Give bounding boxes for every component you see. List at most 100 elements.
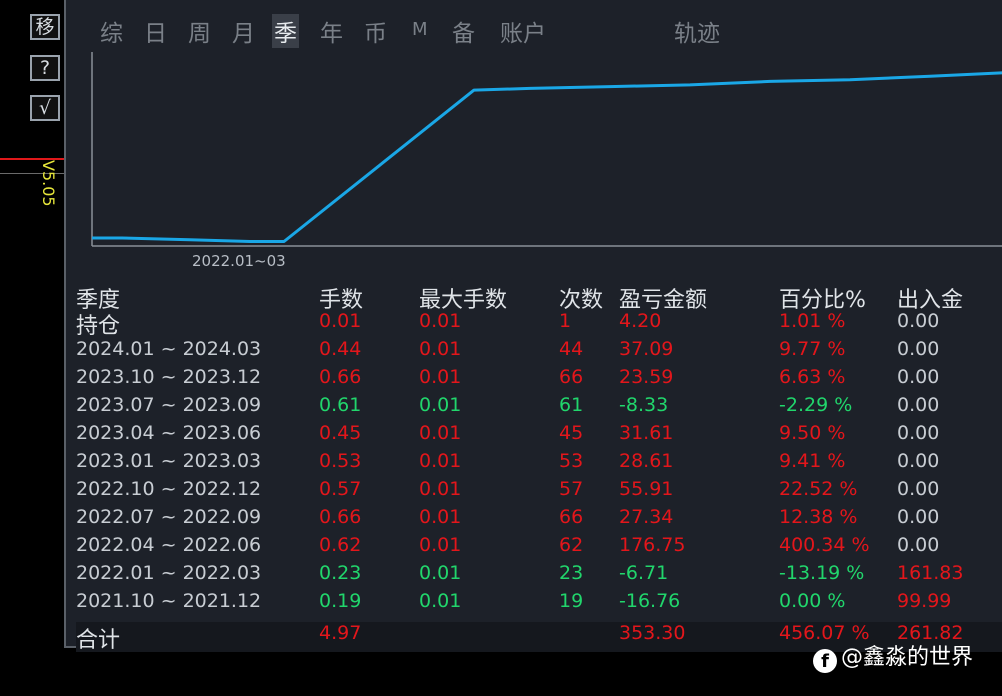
cell-lots: 0.57 (319, 478, 362, 500)
cell-lots: 0.66 (319, 506, 362, 528)
cell-flow: 0.00 (897, 366, 940, 388)
tab-5[interactable]: 年 (318, 14, 345, 48)
cell-count: 57 (559, 478, 584, 500)
cell-pct: 0.00 % (779, 590, 846, 612)
help-button[interactable]: ? (30, 55, 60, 81)
cell-pnl: 55.91 (619, 478, 674, 500)
table-row: 2022.01 ~ 2022.03 0.23 0.01 23 -6.71 -13.19 %… (76, 562, 1002, 590)
cell-period: 2024.01 ~ 2024.03 (76, 338, 262, 360)
cell-pct: 400.34 % (779, 534, 870, 556)
cell-flow: 0.00 (897, 534, 940, 556)
total-lots: 4.97 (319, 622, 362, 644)
cell-period: 2022.04 ~ 2022.06 (76, 534, 262, 556)
tab-8[interactable]: 备 (450, 14, 477, 48)
facebook-icon: f (813, 649, 837, 673)
cell-max_lots: 0.01 (419, 422, 462, 444)
cell-flow: 0.00 (897, 478, 940, 500)
watermark-text: @鑫淼的世界 (841, 645, 974, 670)
cell-flow: 0.00 (897, 422, 940, 444)
cell-pct: 6.63 % (779, 366, 846, 388)
cell-period: 2023.04 ~ 2023.06 (76, 422, 262, 444)
cell-max_lots: 0.01 (419, 310, 462, 332)
cell-flow: 161.83 (897, 562, 964, 584)
cell-pnl: 176.75 (619, 534, 686, 556)
cell-count: 66 (559, 366, 584, 388)
cell-period: 持仓 (76, 314, 121, 339)
tab-0[interactable]: 综 (98, 14, 125, 48)
tab-bar: 综日周月季年币 M 备账户 轨迹 (66, 10, 1002, 48)
cell-period: 2021.10 ~ 2021.12 (76, 590, 262, 612)
cell-max_lots: 0.01 (419, 394, 462, 416)
cell-pnl: 31.61 (619, 422, 674, 444)
cell-pct: -13.19 % (779, 562, 865, 584)
table-row: 持仓 0.01 0.01 1 4.20 1.01 % 0.00 (76, 310, 1002, 339)
table-row: 2023.01 ~ 2023.03 0.53 0.01 53 28.61 9.41 % 0.… (76, 450, 1002, 478)
cell-pnl: 23.59 (619, 366, 674, 388)
cell-period: 2022.01 ~ 2022.03 (76, 562, 262, 584)
cell-period: 2022.07 ~ 2022.09 (76, 506, 262, 528)
table-row: 2023.04 ~ 2023.06 0.45 0.01 45 31.61 9.50 % 0.… (76, 422, 1002, 450)
tab-9[interactable]: 账户 (498, 14, 548, 48)
table-header: 季度 手数 最大手数 次数 盈亏金额 百分比% 出入金 (76, 282, 1002, 313)
cell-pnl: 28.61 (619, 450, 674, 472)
cell-period: 2023.07 ~ 2023.09 (76, 394, 262, 416)
confirm-button[interactable]: √ (30, 95, 60, 121)
cell-count: 44 (559, 338, 584, 360)
tab-3[interactable]: 月 (230, 14, 257, 48)
cell-count: 45 (559, 422, 584, 444)
tab-2[interactable]: 周 (186, 14, 213, 48)
cell-flow: 99.99 (897, 590, 952, 612)
cell-pnl: -8.33 (619, 394, 669, 416)
cell-count: 23 (559, 562, 584, 584)
equity-line (92, 71, 1002, 243)
equity-chart-svg (91, 52, 1002, 247)
cell-lots: 0.45 (319, 422, 362, 444)
cell-max_lots: 0.01 (419, 450, 462, 472)
table-row: 2023.10 ~ 2023.12 0.66 0.01 66 23.59 6.63 % 0.… (76, 366, 1002, 394)
tab-1[interactable]: 日 (142, 14, 169, 48)
cell-period: 2022.10 ~ 2022.12 (76, 478, 262, 500)
cell-pnl: 27.34 (619, 506, 674, 528)
cell-lots: 0.66 (319, 366, 362, 388)
tab-10[interactable]: 轨迹 (672, 14, 722, 48)
cell-period: 2023.01 ~ 2023.03 (76, 450, 262, 472)
cell-max_lots: 0.01 (419, 478, 462, 500)
cell-max_lots: 0.01 (419, 562, 462, 584)
cell-flow: 0.00 (897, 506, 940, 528)
cell-pnl: 4.20 (619, 310, 662, 332)
cell-flow: 0.00 (897, 450, 940, 472)
cell-max_lots: 0.01 (419, 366, 462, 388)
stats-panel: 综日周月季年币 M 备账户 轨迹 2022.01~03 季度 手数 最大手数 次数 盈亏金额百… (64, 0, 1002, 653)
cell-count: 66 (559, 506, 584, 528)
cell-lots: 0.01 (319, 310, 362, 332)
cell-pct: 9.77 % (779, 338, 846, 360)
cell-lots: 0.19 (319, 590, 362, 612)
cell-count: 1 (559, 310, 572, 332)
cell-pnl: -16.76 (619, 590, 681, 612)
table-row: 2021.10 ~ 2021.12 0.19 0.01 19 -16.76 0.00 % 9… (76, 590, 1002, 618)
cell-count: 53 (559, 450, 584, 472)
cell-lots: 0.53 (319, 450, 362, 472)
cell-flow: 0.00 (897, 310, 940, 332)
cell-period: 2023.10 ~ 2023.12 (76, 366, 262, 388)
cell-count: 61 (559, 394, 584, 416)
cell-flow: 0.00 (897, 338, 940, 360)
table-row: 2024.01 ~ 2024.03 0.44 0.01 44 37.09 9.77 % 0.… (76, 338, 1002, 366)
tab-7[interactable]: M (410, 19, 430, 40)
cell-count: 19 (559, 590, 584, 612)
total-period: 合计 (76, 628, 121, 653)
cell-max_lots: 0.01 (419, 534, 462, 556)
tab-4[interactable]: 季 (272, 14, 299, 48)
cell-flow: 0.00 (897, 394, 940, 416)
equity-chart (90, 48, 1002, 280)
cell-max_lots: 0.01 (419, 590, 462, 612)
cell-pct: -2.29 % (779, 394, 853, 416)
cell-pnl: 37.09 (619, 338, 674, 360)
move-button[interactable]: 移 (30, 14, 60, 40)
watermark: f @鑫淼的世界 (813, 639, 973, 673)
tab-6[interactable]: 币 (362, 14, 389, 48)
left-toolbar: 移 ? √ V5.05 (0, 0, 64, 696)
cell-lots: 0.44 (319, 338, 362, 360)
cell-count: 62 (559, 534, 584, 556)
chart-x-tick-label: 2022.01~03 (192, 252, 286, 270)
